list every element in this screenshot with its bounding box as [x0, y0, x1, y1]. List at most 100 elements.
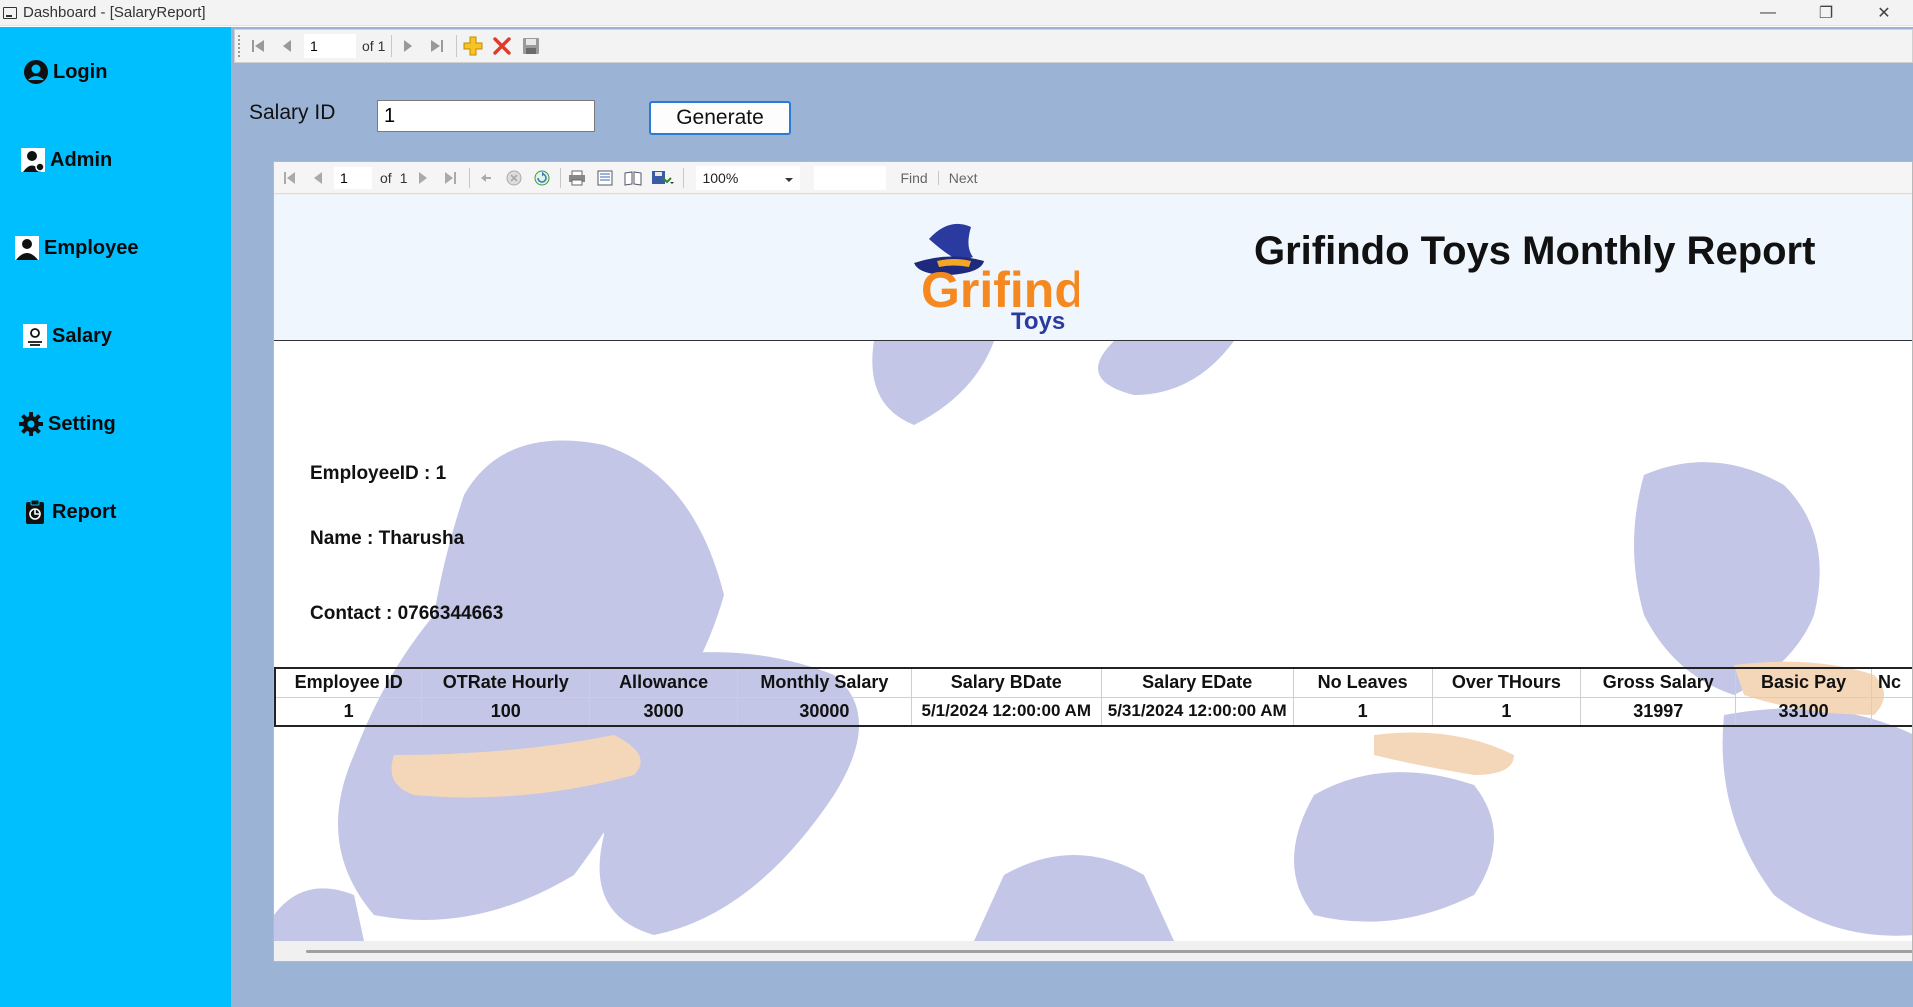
sidebar-item-label: Salary	[52, 324, 113, 347]
sidebar-item-login[interactable]: Login	[0, 47, 231, 97]
toolbar-separator	[683, 167, 685, 188]
logo-sub-text: Toys	[1011, 308, 1065, 335]
find-input[interactable]	[814, 165, 887, 190]
minimize-button[interactable]: —	[1739, 0, 1797, 26]
add-new-icon[interactable]	[460, 33, 486, 59]
user-circle-icon	[23, 59, 49, 85]
report-viewer-toolbar: of 1	[274, 162, 1912, 194]
toolbar-separator	[937, 170, 939, 185]
sidebar-item-label: Setting	[48, 412, 116, 435]
table-cell: 3000	[589, 696, 738, 727]
sidebar-item-employee[interactable]: Employee	[0, 223, 231, 273]
employee-icon	[14, 235, 40, 261]
page-setup-icon[interactable]	[621, 166, 645, 190]
app-icon	[3, 6, 17, 19]
table-cell: 5/1/2024 12:00:00 AM	[910, 696, 1102, 727]
last-record-icon[interactable]	[424, 33, 450, 59]
toolbar-separator	[456, 35, 458, 57]
sidebar-item-label: Employee	[44, 236, 139, 259]
employee-contact-field: Contact : 0766344663	[310, 603, 504, 624]
title-bar: Dashboard - [SalaryReport] — ❐ ✕	[0, 0, 1913, 26]
record-position-input[interactable]	[304, 34, 356, 58]
salary-icon	[22, 323, 48, 349]
main-panel: of 1 Salary ID Generate	[231, 27, 1913, 1007]
column-header: Allowance	[589, 667, 738, 698]
column-header: OTRate Hourly	[421, 667, 591, 698]
table-cell: 5/31/2024 12:00:00 AM	[1100, 696, 1294, 727]
report-header: Grifindo Toys Grifindo Toys Monthly Repo…	[274, 195, 1912, 341]
delete-icon[interactable]	[489, 33, 515, 59]
salary-table: Employee ID OTRate Hourly Allowance Mont…	[274, 667, 1912, 727]
admin-icon	[20, 147, 46, 173]
employee-name-field: Name : Tharusha	[310, 528, 465, 549]
table-cell: 1	[274, 696, 423, 727]
sidebar-item-label: Report	[52, 500, 117, 523]
last-page-icon[interactable]	[439, 166, 463, 190]
next-page-icon[interactable]	[411, 166, 435, 190]
toolbar-separator	[469, 167, 471, 188]
previous-record-icon[interactable]	[274, 33, 300, 59]
table-header-row: Employee ID OTRate Hourly Allowance Mont…	[274, 667, 1912, 698]
first-record-icon[interactable]	[245, 33, 271, 59]
close-button[interactable]: ✕	[1855, 0, 1913, 26]
toolbar-separator	[560, 167, 562, 188]
table-cell: 1	[1292, 696, 1433, 727]
table-cell: 31997	[1580, 696, 1737, 727]
save-icon[interactable]	[518, 33, 544, 59]
column-header: No Leaves	[1292, 667, 1433, 698]
generate-button[interactable]: Generate	[649, 101, 791, 135]
sidebar-item-report[interactable]: Report	[0, 487, 231, 537]
back-icon[interactable]	[474, 166, 498, 190]
zoom-dropdown[interactable]: 100%	[696, 165, 801, 190]
stop-icon[interactable]	[502, 166, 526, 190]
first-page-icon[interactable]	[278, 166, 302, 190]
column-header: Salary BDate	[910, 667, 1102, 698]
sidebar-item-salary[interactable]: Salary	[0, 311, 231, 361]
maximize-button[interactable]: ❐	[1797, 0, 1855, 26]
report-page: Grifindo Toys Grifindo Toys Monthly Repo…	[274, 195, 1912, 941]
refresh-icon[interactable]	[530, 166, 554, 190]
print-layout-icon[interactable]	[593, 166, 617, 190]
current-page-input[interactable]	[334, 166, 372, 189]
column-header: Basic Pay	[1735, 667, 1872, 698]
window-controls: — ❐ ✕	[1739, 0, 1913, 26]
report-title: Grifindo Toys Monthly Report	[1254, 229, 1816, 273]
find-link[interactable]: Find	[900, 170, 927, 186]
horizontal-scrollbar[interactable]	[274, 941, 1912, 961]
sidebar-item-label: Admin	[50, 148, 113, 171]
salary-id-label: Salary ID	[249, 101, 336, 124]
record-count: of 1	[362, 38, 386, 54]
grifindo-logo: Grifindo Toys	[914, 223, 1079, 335]
table-cell: 33100	[1735, 696, 1872, 727]
zoom-value: 100%	[702, 169, 739, 186]
binding-navigator: of 1	[234, 29, 1913, 63]
scrollbar-thumb[interactable]	[306, 950, 1912, 953]
page-of-label: of	[380, 169, 392, 186]
toolbar-separator	[391, 35, 393, 57]
column-header: Salary EDate	[1100, 667, 1294, 698]
column-header: Nc	[1870, 667, 1912, 698]
chevron-down-icon	[784, 170, 794, 186]
table-cell: 100	[421, 696, 591, 727]
column-header: Gross Salary	[1580, 667, 1737, 698]
print-icon[interactable]	[565, 166, 589, 190]
previous-page-icon[interactable]	[306, 166, 330, 190]
table-cell: 30000	[736, 696, 912, 727]
gear-icon	[18, 411, 44, 437]
sidebar-item-label: Login	[53, 60, 108, 83]
column-header: Employee ID	[274, 667, 423, 698]
table-cell: 1	[1431, 696, 1582, 727]
table-cell	[1870, 696, 1912, 727]
next-record-icon[interactable]	[395, 33, 421, 59]
sidebar-item-setting[interactable]: Setting	[0, 399, 231, 449]
report-viewer: of 1	[273, 161, 1913, 962]
column-header: Monthly Salary	[736, 667, 912, 698]
export-icon[interactable]	[649, 166, 677, 190]
toolbar-grip[interactable]	[238, 35, 242, 57]
total-pages: 1	[399, 169, 408, 186]
find-next-link[interactable]: Next	[949, 170, 978, 186]
window-title: Dashboard - [SalaryReport]	[23, 4, 206, 21]
salary-id-input[interactable]	[377, 100, 595, 132]
sidebar-item-admin[interactable]: Admin	[0, 135, 231, 185]
employee-id-field: EmployeeID : 1	[310, 463, 447, 484]
